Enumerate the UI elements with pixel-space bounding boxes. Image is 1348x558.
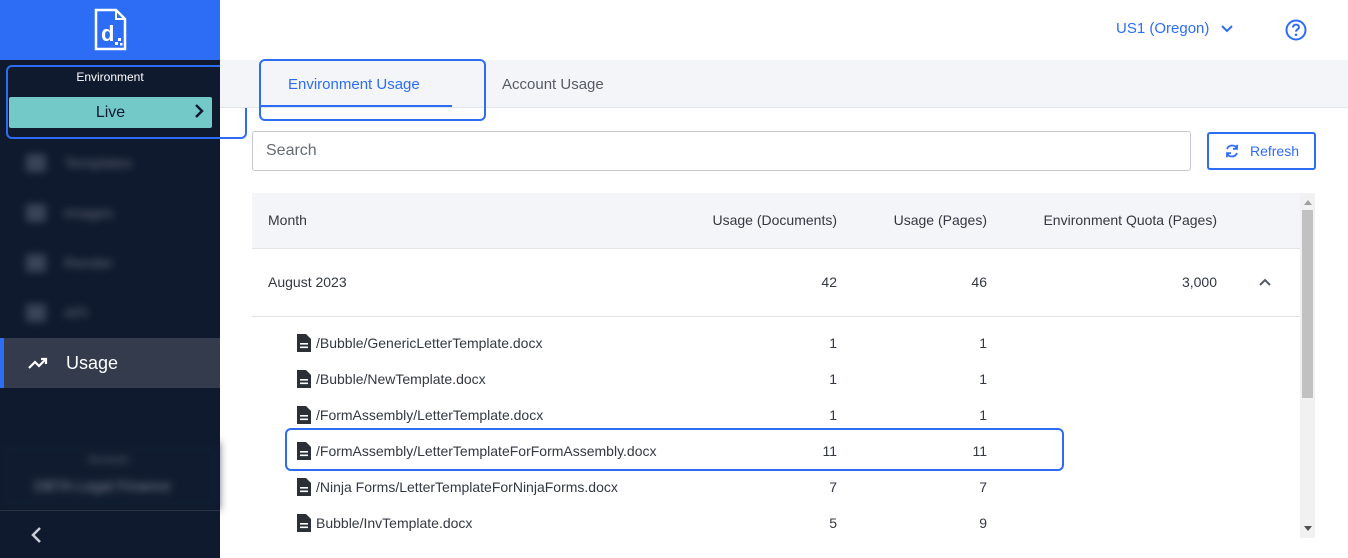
column-header-quota[interactable]: Environment Quota (Pages) [1043, 212, 1217, 228]
documents-cell: 7 [829, 479, 837, 495]
account-name: DBTA Legal Finance [34, 478, 171, 495]
sidebar-item-render[interactable]: Render [0, 238, 220, 288]
table-row[interactable]: /FormAssembly/LetterTemplateForFormAssem… [252, 433, 1300, 469]
table-row[interactable]: /Ninja Forms/LetterTemplateForNinjaForms… [252, 469, 1300, 505]
file-name-cell: Bubble/InvTemplate.docx [296, 505, 472, 541]
documents-cell: 5 [829, 515, 837, 531]
pages-cell: 9 [979, 515, 987, 531]
pages-cell: 7 [979, 479, 987, 495]
svg-text:d: d [101, 21, 114, 46]
collapse-sidebar-button[interactable] [0, 510, 220, 558]
documents-cell: 42 [821, 274, 837, 290]
api-icon [26, 304, 46, 322]
chevron-down-icon [1221, 24, 1234, 32]
chevron-up-icon[interactable] [1259, 278, 1271, 286]
table-row[interactable]: /Bubble/NewTemplate.docx 1 1 [252, 361, 1300, 397]
column-header-month[interactable]: Month [268, 212, 307, 228]
sidebar-item-label: Usage [66, 352, 119, 373]
pages-cell: 1 [979, 371, 987, 387]
file-name-cell: /FormAssembly/LetterTemplateForFormAssem… [296, 433, 657, 469]
column-header-documents[interactable]: Usage (Documents) [713, 212, 838, 228]
month-cell: August 2023 [268, 274, 347, 290]
file-name-cell: /Bubble/GenericLetterTemplate.docx [296, 325, 542, 361]
docmosis-logo-icon: d [94, 8, 127, 51]
sidebar-item-label: Templates [64, 154, 133, 172]
region-label: US1 (Oregon) [1116, 20, 1210, 37]
trending-up-icon [28, 354, 48, 372]
document-icon [297, 514, 311, 532]
file-name: /Bubble/GenericLetterTemplate.docx [316, 335, 543, 351]
documents-cell: 1 [829, 335, 837, 351]
document-icon [297, 370, 311, 388]
quota-cell: 3,000 [1181, 274, 1217, 290]
render-icon [26, 254, 46, 272]
column-header-pages[interactable]: Usage (Pages) [894, 212, 987, 228]
document-icon [297, 334, 311, 352]
help-icon[interactable] [1285, 19, 1307, 41]
month-row[interactable]: August 2023 42 46 3,000 [252, 250, 1300, 317]
document-icon [297, 406, 311, 424]
file-icon [26, 154, 46, 172]
file-name: /Bubble/NewTemplate.docx [316, 371, 486, 387]
pages-cell: 1 [979, 335, 987, 351]
refresh-label: Refresh [1249, 143, 1300, 159]
file-name-cell: /Ninja Forms/LetterTemplateForNinjaForms… [296, 469, 618, 505]
sidebar-item-images[interactable]: Images [0, 188, 220, 238]
document-icon [297, 442, 311, 460]
pages-cell: 11 [972, 443, 987, 459]
pages-cell: 46 [971, 274, 987, 290]
file-name: /FormAssembly/LetterTemplate.docx [316, 407, 544, 423]
environment-value: Live [95, 103, 126, 121]
search-input[interactable] [252, 131, 1191, 171]
tab-environment-usage[interactable]: Environment Usage [288, 60, 420, 108]
active-tab-indicator [260, 105, 452, 107]
chevron-right-icon [194, 103, 204, 123]
documents-cell: 1 [829, 371, 837, 387]
sidebar-item-label: Render [64, 254, 114, 272]
table-row[interactable]: /FormAssembly/LetterTemplate.docx 1 1 [252, 397, 1300, 433]
file-name: /Ninja Forms/LetterTemplateForNinjaForms… [316, 479, 618, 495]
tab-account-usage[interactable]: Account Usage [502, 60, 604, 108]
documents-cell: 11 [822, 443, 837, 459]
documents-cell: 1 [829, 407, 837, 423]
sidebar-item-label: Images [64, 204, 114, 222]
tab-bar: Environment Usage Account Usage [220, 60, 1348, 108]
sidebar: d Environment Live Templates Images Rend… [0, 0, 220, 558]
sidebar-item-api[interactable]: API [0, 288, 220, 338]
table-header: Month Usage (Documents) Usage (Pages) En… [252, 193, 1300, 249]
refresh-icon [1226, 144, 1238, 158]
sidebar-item-label: API [64, 304, 89, 322]
image-icon [26, 204, 46, 222]
table-row[interactable]: Bubble/InvTemplate.docx 5 9 [252, 505, 1300, 541]
sidebar-item-usage[interactable]: Usage [0, 338, 220, 388]
document-icon [297, 478, 311, 496]
sidebar-item-templates[interactable]: Templates [0, 138, 220, 188]
environment-selector[interactable]: Live [9, 97, 212, 128]
file-name-cell: /FormAssembly/LetterTemplate.docx [296, 397, 543, 433]
account-switcher[interactable]: Account DBTA Legal Finance [0, 442, 220, 510]
file-name-cell: /Bubble/NewTemplate.docx [296, 361, 486, 397]
scroll-up-arrow[interactable] [1300, 194, 1315, 210]
environment-label: Environment [76, 70, 144, 84]
refresh-button[interactable]: Refresh [1207, 132, 1316, 170]
logo[interactable]: d [0, 0, 220, 60]
scrollbar-thumb[interactable] [1302, 210, 1313, 398]
chevron-left-icon [31, 526, 41, 543]
app-root: d Environment Live Templates Images Rend… [0, 0, 1348, 558]
pages-cell: 1 [979, 407, 987, 423]
table-row[interactable]: /Bubble/GenericLetterTemplate.docx 1 1 [252, 325, 1300, 361]
scroll-down-arrow[interactable] [1300, 520, 1315, 536]
account-label: Account [88, 454, 128, 466]
file-name: /FormAssembly/LetterTemplateForFormAssem… [316, 443, 657, 459]
file-name: Bubble/InvTemplate.docx [316, 515, 473, 531]
region-selector[interactable]: US1 (Oregon) [1116, 20, 1234, 37]
